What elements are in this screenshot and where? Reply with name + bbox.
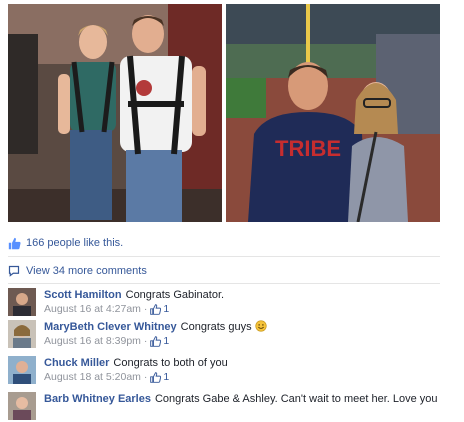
commenter-name[interactable]: Chuck Miller bbox=[44, 357, 109, 369]
comment-item: Barb Whitney Earles Congrats Gabe & Ashle… bbox=[8, 392, 448, 422]
comment-like-count[interactable]: 1 bbox=[163, 302, 169, 316]
comment-timestamp[interactable]: August 18 at 5:20am bbox=[44, 370, 141, 384]
thumbs-up-icon[interactable] bbox=[150, 371, 162, 383]
thumbs-up-icon[interactable] bbox=[150, 335, 162, 347]
commenter-name[interactable]: Scott Hamilton bbox=[44, 289, 122, 301]
comment-timestamp[interactable]: August 16 at 8:39pm bbox=[44, 334, 141, 348]
separator-dot: · bbox=[143, 371, 148, 383]
comment-text: Congrats Gabe & Ashley. Can't wait to me… bbox=[154, 393, 438, 405]
smiley-emoji-icon bbox=[254, 320, 267, 332]
view-more-comments-text: View 34 more comments bbox=[26, 265, 147, 277]
divider bbox=[8, 283, 440, 284]
separator-dot: · bbox=[143, 303, 148, 315]
comment-item: Scott Hamilton Congrats Gabinator. August… bbox=[8, 288, 448, 318]
comment-item: MaryBeth Clever Whitney Congrats guys Aug… bbox=[8, 320, 448, 350]
ballpark-photo[interactable]: TRIBE bbox=[226, 4, 440, 222]
comment-like-count[interactable]: 1 bbox=[163, 370, 169, 384]
comment-text: Congrats guys bbox=[180, 321, 252, 333]
separator-dot: · bbox=[143, 335, 148, 347]
commenter-name[interactable]: Barb Whitney Earles bbox=[44, 393, 151, 405]
commenter-name[interactable]: MaryBeth Clever Whitney bbox=[44, 321, 177, 333]
comment-text: Congrats to both of you bbox=[113, 357, 228, 369]
avatar[interactable] bbox=[8, 288, 36, 316]
comment-text: Congrats Gabinator. bbox=[125, 289, 225, 301]
likes-summary[interactable]: 166 people like this. bbox=[8, 235, 123, 251]
thumbs-up-icon[interactable] bbox=[150, 303, 162, 315]
skydiving-photo[interactable] bbox=[8, 4, 222, 222]
photo-grid: TRIBE bbox=[8, 4, 440, 222]
avatar[interactable] bbox=[8, 320, 36, 348]
comment-like-count[interactable]: 1 bbox=[163, 334, 169, 348]
comment-item: Chuck Miller Congrats to both of you Augu… bbox=[8, 356, 448, 386]
divider bbox=[8, 256, 440, 257]
avatar[interactable] bbox=[8, 392, 36, 420]
tribe-shirt-text: TRIBE bbox=[275, 136, 341, 161]
likes-count-text: 166 people like this. bbox=[26, 237, 124, 249]
comment-bubble-icon bbox=[8, 265, 20, 277]
avatar[interactable] bbox=[8, 356, 36, 384]
view-more-comments-link[interactable]: View 34 more comments bbox=[8, 263, 147, 279]
thumbs-up-icon bbox=[8, 237, 21, 249]
comment-timestamp[interactable]: August 16 at 4:27am bbox=[44, 302, 141, 316]
